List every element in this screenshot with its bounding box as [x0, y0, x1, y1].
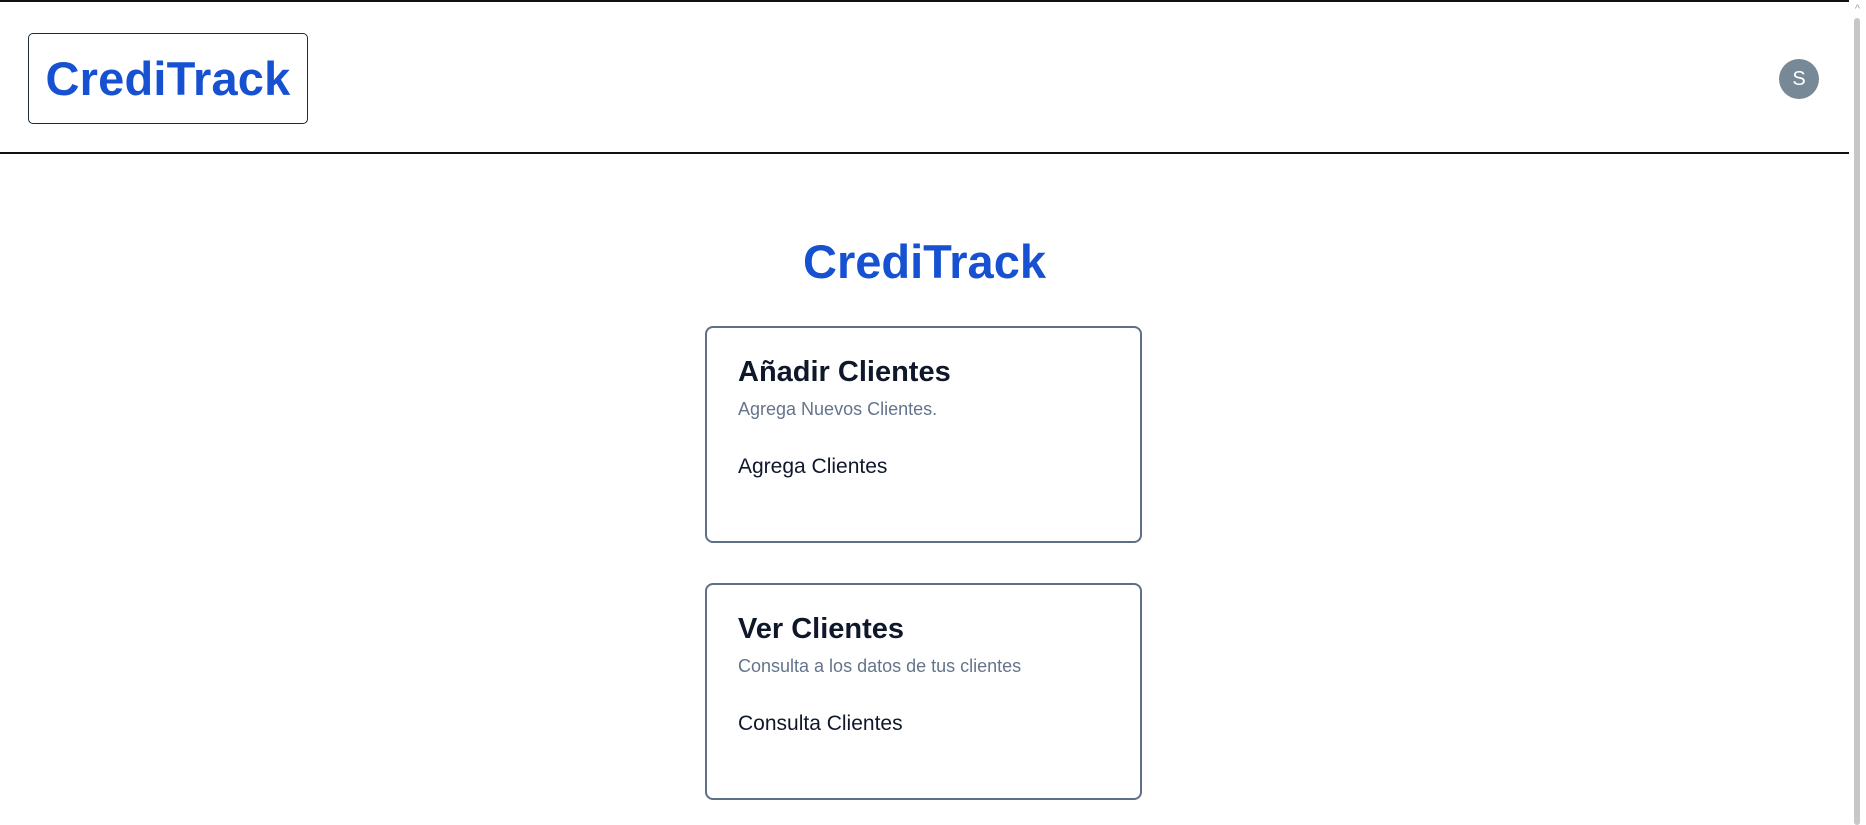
logo-text: CrediTrack — [45, 52, 291, 105]
scrollbar-thumb[interactable] — [1854, 18, 1860, 825]
card-description: Agrega Nuevos Clientes. — [738, 399, 938, 419]
logo-button[interactable]: CrediTrack — [28, 33, 308, 124]
card-content: Consulta Clientes — [738, 712, 903, 735]
user-avatar[interactable]: S — [1779, 59, 1819, 99]
avatar-initial: S — [1792, 67, 1806, 90]
view-clients-card[interactable]: Ver Clientes Consulta a los datos de tus… — [705, 583, 1142, 800]
page-title: CrediTrack — [803, 235, 1046, 288]
card-title: Añadir Clientes — [738, 356, 951, 388]
card-content: Agrega Clientes — [738, 455, 888, 478]
app-header: CrediTrack S — [0, 2, 1849, 154]
add-clients-card[interactable]: Añadir Clientes Agrega Nuevos Clientes. … — [705, 326, 1142, 543]
chevron-up-icon[interactable]: ^ — [1849, 2, 1866, 16]
card-description: Consulta a los datos de tus clientes — [738, 656, 1022, 676]
vertical-scrollbar[interactable]: ^ — [1849, 0, 1866, 825]
card-title: Ver Clientes — [738, 613, 905, 645]
